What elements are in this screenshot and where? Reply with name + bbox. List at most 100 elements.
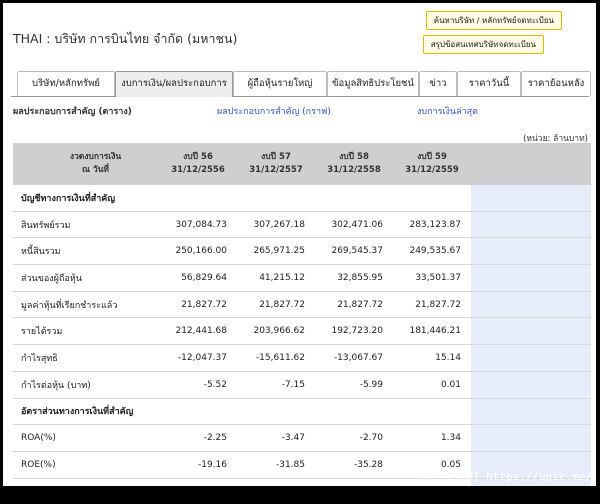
value-cell: -15,611.62	[237, 344, 315, 372]
subnav-table: ผลประกอบการสำคัญ (ตาราง)	[13, 107, 132, 117]
table-row: กำไรสุทธิ -12,047.37 -15,611.62 -13,067.67 1…	[13, 344, 591, 372]
value-cell: 21,827.72	[237, 291, 315, 319]
value-cell: 307,267.18	[237, 211, 315, 239]
period-date: 31/12/2556	[171, 165, 225, 175]
header-y59: งบปี 59 31/12/2559	[393, 143, 471, 185]
value-cell: 56,829.64	[159, 264, 237, 292]
header-period-line2: ณ วันที่	[81, 165, 110, 175]
watermark: [617x500] https://upic.me/	[419, 470, 592, 483]
value-cell: -6.78	[315, 478, 393, 486]
section-header-row: อัตราส่วนทางการเงินที่สำคัญ	[13, 398, 591, 426]
value-cell: 21,827.72	[315, 291, 393, 319]
period-date: 31/12/2559	[405, 165, 459, 175]
value-cell: -31.85	[237, 451, 315, 479]
shaded-cell	[471, 264, 591, 292]
table-header-row: งวดงบการเงิน ณ วันที่ งบปี 56 31/12/2556 …	[13, 143, 591, 185]
period-label: งบปี 59	[417, 152, 447, 162]
table-row: สินทรัพย์รวม 307,084.73 307,267.18 302,471.…	[13, 211, 591, 239]
subnav-latest-link[interactable]: งบการเงินล่าสุด	[417, 104, 478, 118]
value-cell: -7.65	[237, 478, 315, 486]
table-row: ส่วนของผู้ถือหุ้น 56,829.64 41,215.12 32,85…	[13, 264, 591, 292]
value-cell: -2.70	[315, 424, 393, 452]
header-empty	[471, 143, 591, 185]
period-date: 31/12/2558	[327, 165, 381, 175]
value-cell: 32,855.95	[315, 264, 393, 292]
value-cell: 302,471.06	[315, 211, 393, 239]
tab-price-today[interactable]: ราคาวันนี้	[457, 71, 521, 96]
shaded-cell	[471, 211, 591, 239]
shaded-cell	[471, 371, 591, 399]
tab-news[interactable]: ข่าว	[419, 71, 457, 96]
period-label: งบปี 57	[261, 152, 291, 162]
shaded-cell	[471, 344, 591, 372]
value-cell: 0.01	[393, 371, 471, 399]
value-cell: -5.99	[315, 371, 393, 399]
value-cell: 33,501.37	[393, 264, 471, 292]
value-cell: -13,067.67	[315, 344, 393, 372]
row-label: รายได้รวม	[13, 317, 159, 346]
row-label: ROE(%)	[13, 451, 159, 479]
value-cell: 265,971.25	[237, 237, 315, 266]
financial-table: งวดงบการเงิน ณ วันที่ งบปี 56 31/12/2556 …	[13, 143, 591, 486]
period-date: 31/12/2557	[249, 165, 303, 175]
value-cell: -19.16	[159, 451, 237, 479]
period-label: งบปี 58	[339, 152, 369, 162]
tab-rights[interactable]: ข้อมูลสิทธิประโยชน์	[327, 71, 419, 96]
row-label: กำไรต่อหุ้น (บาท)	[13, 371, 159, 399]
table-row: หนี้สินรวม 250,166.00 265,971.25 269,545.37…	[13, 237, 591, 266]
table-row: ROA(%) -2.25 -3.47 -2.70 1.34	[13, 424, 591, 452]
header-y57: งบปี 57 31/12/2557	[237, 143, 315, 185]
shaded-cell	[471, 424, 591, 452]
value-cell: 250,166.00	[159, 237, 237, 266]
tab-financials[interactable]: งบการเงิน/ผลประกอบการ	[115, 71, 233, 97]
value-cell: 21,827.72	[393, 291, 471, 319]
row-label: ส่วนของผู้ถือหุ้น	[13, 264, 159, 292]
header-y58: งบปี 58 31/12/2558	[315, 143, 393, 185]
table-row: กำไรต่อหุ้น (บาท) -5.52 -7.15 -5.99 0.01	[13, 371, 591, 399]
value-cell: 212,441.68	[159, 317, 237, 346]
value-cell: 41,215.12	[237, 264, 315, 292]
shaded-cell	[471, 185, 591, 212]
tab-company[interactable]: บริษัท/หลักทรัพย์	[17, 71, 115, 96]
row-label: หนี้สินรวม	[13, 237, 159, 266]
value-cell: 192,723.20	[315, 317, 393, 346]
shaded-cell	[471, 291, 591, 319]
search-company-button[interactable]: ค้นหาบริษัท / หลักทรัพย์จดทะเบียน	[425, 11, 562, 30]
value-cell: 15.14	[393, 344, 471, 372]
row-label: ROA(%)	[13, 424, 159, 452]
value-cell: 249,535.67	[393, 237, 471, 266]
row-label: สินทรัพย์รวม	[13, 211, 159, 239]
shaded-cell	[471, 237, 591, 266]
row-label: อัตรากำไรสุทธิ(%)	[13, 478, 159, 486]
header-period-line1: งวดงบการเงิน	[69, 152, 122, 162]
row-label: มูลค่าหุ้นที่เรียกชำระแล้ว	[13, 291, 159, 319]
subnav-graph-link[interactable]: ผลประกอบการสำคัญ (กราฟ)	[217, 104, 331, 118]
shaded-cell	[471, 398, 591, 426]
tab-major-shareholders[interactable]: ผู้ถือหุ้นรายใหญ่	[233, 71, 327, 96]
company-summary-button[interactable]: สรุปข้อสนเทศบริษัทจดทะเบียน	[422, 35, 544, 54]
page-frame: THAI : บริษัท การบินไทย จำกัด (มหาชน) ค้…	[3, 3, 596, 486]
company-title: THAI : บริษัท การบินไทย จำกัด (มหาชน)	[13, 31, 238, 46]
tab-price-history[interactable]: ราคาย้อนหลัง	[521, 71, 591, 96]
section-header-row: บัญชีทางการเงินที่สำคัญ	[13, 185, 591, 212]
value-cell: 269,545.37	[315, 237, 393, 266]
period-label: งบปี 56	[183, 152, 213, 162]
value-cell: 21,827.72	[159, 291, 237, 319]
value-cell: 1.34	[393, 424, 471, 452]
value-cell: -7.15	[237, 371, 315, 399]
value-cell: -12,047.37	[159, 344, 237, 372]
value-cell: -5.52	[159, 371, 237, 399]
value-cell: -5.67	[159, 478, 237, 486]
table-row: มูลค่าหุ้นที่เรียกชำระแล้ว 21,827.72 21,82…	[13, 291, 591, 319]
value-cell: 283,123.87	[393, 211, 471, 239]
header-y56: งบปี 56 31/12/2556	[159, 143, 237, 185]
value-cell: 181,446.21	[393, 317, 471, 346]
table-row: รายได้รวม 212,441.68 203,966.62 192,723.20 1…	[13, 317, 591, 346]
value-cell: 307,084.73	[159, 211, 237, 239]
shaded-cell	[471, 317, 591, 346]
row-label: กำไรสุทธิ	[13, 344, 159, 372]
header-period: งวดงบการเงิน ณ วันที่	[13, 143, 159, 185]
value-cell: -3.47	[237, 424, 315, 452]
section-title: บัญชีทางการเงินที่สำคัญ	[13, 185, 471, 212]
value-cell: 203,966.62	[237, 317, 315, 346]
